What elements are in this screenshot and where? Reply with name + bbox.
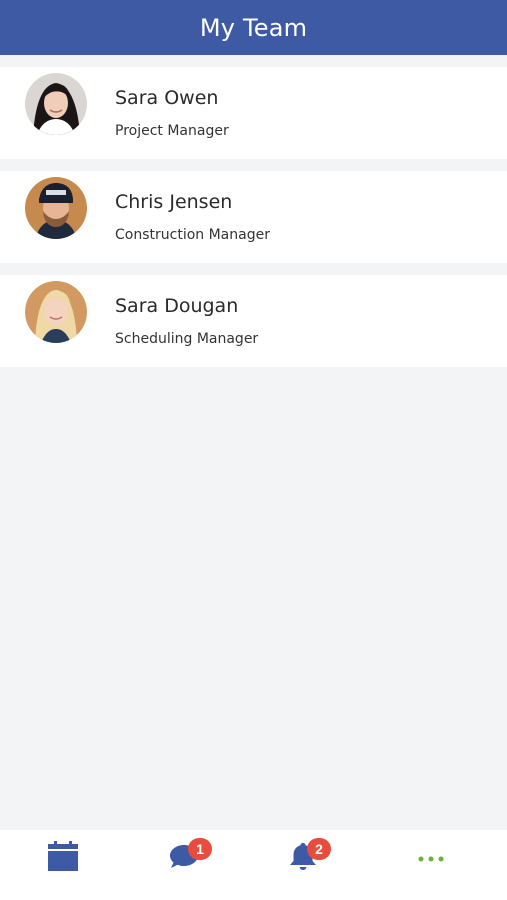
messages-badge: 1 — [188, 838, 212, 860]
tab-messages[interactable]: 1 — [144, 830, 224, 886]
avatar — [25, 177, 87, 239]
notifications-badge: 2 — [307, 838, 331, 860]
member-name: Sara Owen — [115, 87, 219, 109]
tab-more[interactable] — [391, 830, 471, 886]
app-header: My Team — [0, 0, 507, 55]
avatar — [25, 281, 87, 343]
tab-notifications[interactable]: 2 — [263, 830, 343, 886]
tab-calendar[interactable] — [23, 830, 103, 886]
page-title: My Team — [199, 13, 308, 42]
bottom-tab-bar: 1 2 — [0, 830, 507, 900]
member-role: Project Manager — [115, 123, 229, 139]
member-name: Sara Dougan — [115, 295, 239, 317]
team-member-row[interactable]: Sara Owen Project Manager — [0, 67, 507, 159]
team-member-row[interactable]: Chris Jensen Construction Manager — [0, 171, 507, 263]
member-name: Chris Jensen — [115, 191, 233, 213]
member-role: Construction Manager — [115, 227, 270, 243]
member-role: Scheduling Manager — [115, 331, 259, 347]
calendar-icon — [48, 840, 78, 876]
avatar — [25, 73, 87, 135]
team-list: Sara Owen Project Manager Chris Jensen C… — [0, 67, 507, 379]
more-dots-icon — [418, 849, 444, 867]
team-member-row[interactable]: Sara Dougan Scheduling Manager — [0, 275, 507, 367]
